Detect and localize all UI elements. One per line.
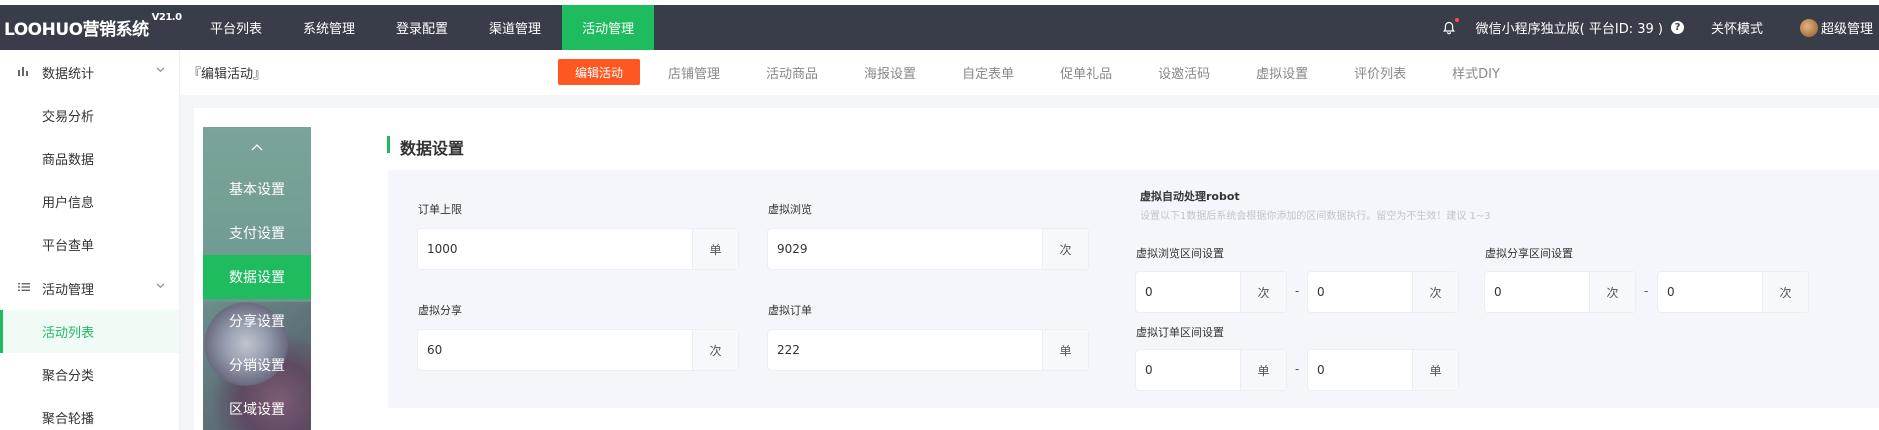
vmenu-distribution-settings[interactable]: 分销设置: [203, 343, 311, 387]
sidebar-group-label: 活动管理: [42, 282, 95, 298]
virtual-views-label: 虚拟浏览: [768, 203, 812, 216]
topnav-activity-management[interactable]: 活动管理: [562, 5, 655, 50]
shares-range-max-unit: 次: [1762, 272, 1808, 312]
virtual-views-field[interactable]: 9029 次: [768, 229, 1088, 269]
orders-range-max-value[interactable]: 0: [1308, 350, 1412, 390]
tab-activity-products[interactable]: 活动商品: [766, 59, 818, 85]
sidebar-item-user-info[interactable]: 用户信息: [0, 180, 179, 223]
sidebar-group-activity-management[interactable]: 活动管理: [0, 266, 179, 310]
virtual-orders-field[interactable]: 222 单: [768, 330, 1088, 370]
app-logo[interactable]: LOOHUO营销系统 V21.0: [0, 12, 190, 40]
order-limit-label: 订单上限: [418, 203, 462, 216]
tab-poster-settings[interactable]: 海报设置: [864, 59, 916, 85]
order-limit-value[interactable]: 1000: [418, 229, 692, 269]
shares-range-max-field[interactable]: 0 次: [1658, 272, 1808, 312]
orders-range-min-unit: 单: [1240, 350, 1286, 390]
shares-range-separator: -: [1644, 284, 1649, 298]
virtual-shares-value[interactable]: 60: [418, 330, 692, 370]
data-settings-form: [388, 170, 1879, 408]
top-right-area: 微信小程序独立版( 平台ID: 39 ) ? 关怀模式 超级管理: [1442, 5, 1879, 50]
sidebar-item-activity-list[interactable]: 活动列表: [0, 310, 179, 353]
bell-icon[interactable]: [1442, 17, 1459, 35]
tab-edit-activity[interactable]: 编辑活动: [558, 59, 641, 85]
help-icon[interactable]: ?: [1670, 21, 1684, 34]
list-icon: [18, 281, 32, 295]
section-title: 数据设置: [387, 135, 464, 159]
sidebar-group-label: 数据统计: [42, 66, 95, 82]
platform-info: 微信小程序独立版( 平台ID: 39 ): [1475, 22, 1663, 37]
sidebar-item-trade-analysis[interactable]: 交易分析: [0, 94, 179, 137]
vmenu-region-settings[interactable]: 区域设置: [203, 387, 311, 430]
orders-range-separator: -: [1295, 362, 1300, 376]
virtual-shares-unit: 次: [692, 330, 738, 370]
tab-invite-codes[interactable]: 设邀活码: [1158, 59, 1210, 85]
notification-dot: [1454, 17, 1459, 22]
sidebar-item-aggregate-category[interactable]: 聚合分类: [0, 353, 179, 396]
avatar[interactable]: [1799, 18, 1818, 37]
orders-range-min-value[interactable]: 0: [1136, 350, 1240, 390]
sidebar-group-data-stats[interactable]: 数据统计: [0, 50, 179, 94]
shares-range-min-value[interactable]: 0: [1485, 272, 1589, 312]
sidebar-item-aggregate-carousel[interactable]: 聚合轮播: [0, 396, 179, 430]
sidebar-item-product-data[interactable]: 商品数据: [0, 137, 179, 180]
chevron-down-icon: [156, 67, 165, 73]
topnav-platform-list[interactable]: 平台列表: [190, 5, 283, 50]
topnav-channel-management[interactable]: 渠道管理: [469, 5, 562, 50]
views-range-min-field[interactable]: 0 次: [1136, 272, 1286, 312]
topnav-system-management[interactable]: 系统管理: [283, 5, 376, 50]
tab-style-diy[interactable]: 样式DIY: [1452, 59, 1500, 85]
version-badge: V21.0: [151, 12, 182, 23]
vmenu-data-settings[interactable]: 数据设置: [203, 255, 311, 299]
orders-range-label: 虚拟订单区间设置: [1136, 326, 1224, 339]
bar-chart-icon: [18, 65, 32, 79]
order-limit-unit: 单: [692, 229, 738, 269]
tab-virtual-settings[interactable]: 虚拟设置: [1256, 59, 1308, 85]
top-navbar: LOOHUO营销系统 V21.0 平台列表 系统管理 登录配置 渠道管理 活动管…: [0, 5, 1879, 50]
shares-range-min-field[interactable]: 0 次: [1485, 272, 1635, 312]
virtual-views-unit: 次: [1042, 229, 1088, 269]
logo-text: LOOHUO营销系统: [4, 20, 149, 40]
vmenu-basic-settings[interactable]: 基本设置: [203, 167, 311, 211]
views-range-max-field[interactable]: 0 次: [1308, 272, 1458, 312]
views-range-min-unit: 次: [1240, 272, 1286, 312]
orders-range-max-field[interactable]: 0 单: [1308, 350, 1458, 390]
sidebar-item-platform-orders[interactable]: 平台查单: [0, 223, 179, 266]
orders-range-min-field[interactable]: 0 单: [1136, 350, 1286, 390]
virtual-orders-value[interactable]: 222: [768, 330, 1042, 370]
breadcrumb: 『编辑活动』: [188, 67, 267, 82]
views-range-min-value[interactable]: 0: [1136, 272, 1240, 312]
robot-description: 设置以下1数据后系统会根据你添加的区间数据执行。留空为不生效！建议 1~3: [1140, 211, 1491, 222]
orders-range-max-unit: 单: [1412, 350, 1458, 390]
activity-tabs: 编辑活动 店铺管理 活动商品 海报设置 自定表单 促单礼品 设邀活码 虚拟设置 …: [558, 59, 1546, 85]
views-range-label: 虚拟浏览区间设置: [1136, 247, 1224, 260]
virtual-shares-label: 虚拟分享: [418, 304, 462, 317]
top-nav: 平台列表 系统管理 登录配置 渠道管理 活动管理: [190, 5, 655, 50]
views-range-separator: -: [1295, 284, 1300, 298]
chevron-down-icon: [156, 283, 165, 289]
shares-range-label: 虚拟分享区间设置: [1485, 247, 1573, 260]
vmenu-payment-settings[interactable]: 支付设置: [203, 211, 311, 255]
tab-custom-form[interactable]: 自定表单: [962, 59, 1014, 85]
virtual-orders-label: 虚拟订单: [768, 304, 812, 317]
vmenu-share-settings[interactable]: 分享设置: [203, 299, 311, 343]
sidebar: 数据统计 交易分析 商品数据 用户信息 平台查单 活动管理 活动列表 聚合分类 …: [0, 50, 180, 430]
robot-title: 虚拟自动处理robot: [1140, 190, 1240, 203]
virtual-orders-unit: 单: [1042, 330, 1088, 370]
care-mode-button[interactable]: 关怀模式: [1711, 18, 1763, 37]
tab-shop-management[interactable]: 店铺管理: [668, 59, 720, 85]
tab-review-list[interactable]: 评价列表: [1354, 59, 1406, 85]
views-range-max-value[interactable]: 0: [1308, 272, 1412, 312]
shares-range-max-value[interactable]: 0: [1658, 272, 1762, 312]
shares-range-min-unit: 次: [1589, 272, 1635, 312]
virtual-views-value[interactable]: 9029: [768, 229, 1042, 269]
user-name[interactable]: 超级管理: [1821, 18, 1873, 37]
tab-promo-gifts[interactable]: 促单礼品: [1060, 59, 1112, 85]
virtual-shares-field[interactable]: 60 次: [418, 330, 738, 370]
topnav-login-config[interactable]: 登录配置: [376, 5, 469, 50]
views-range-max-unit: 次: [1412, 272, 1458, 312]
order-limit-field[interactable]: 1000 单: [418, 229, 738, 269]
chevron-up-icon[interactable]: [203, 127, 311, 167]
settings-vertical-menu: 基本设置 支付设置 数据设置 分享设置 分销设置 区域设置: [203, 127, 311, 430]
